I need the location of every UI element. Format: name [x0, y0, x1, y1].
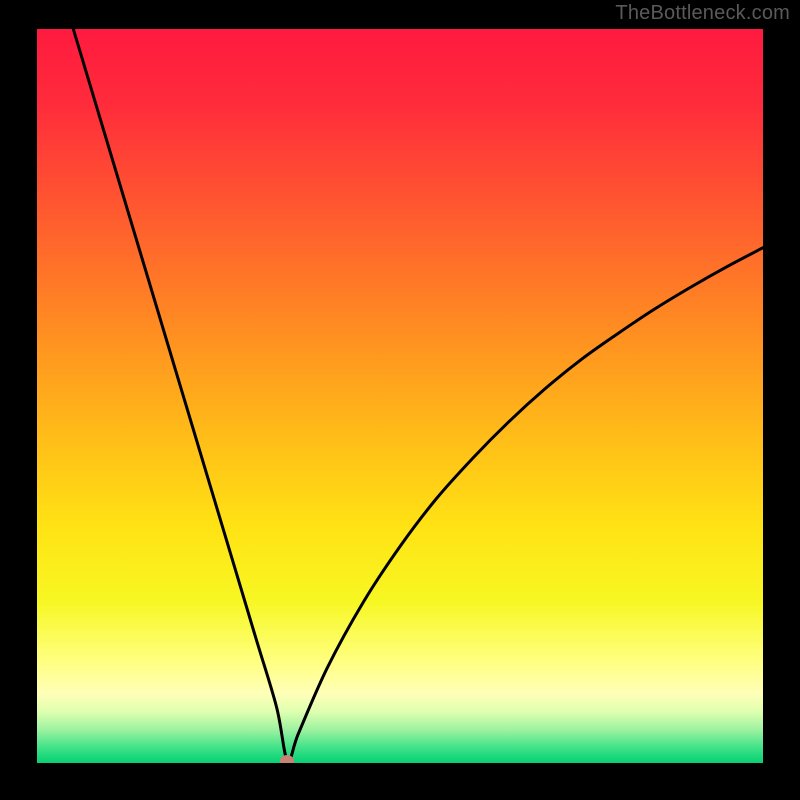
chart-stage: TheBottleneck.com	[0, 0, 800, 800]
watermark-text: TheBottleneck.com	[615, 2, 790, 25]
bottleneck-curve	[37, 29, 763, 763]
plot-area	[37, 29, 763, 763]
bottleneck-marker	[280, 755, 294, 763]
